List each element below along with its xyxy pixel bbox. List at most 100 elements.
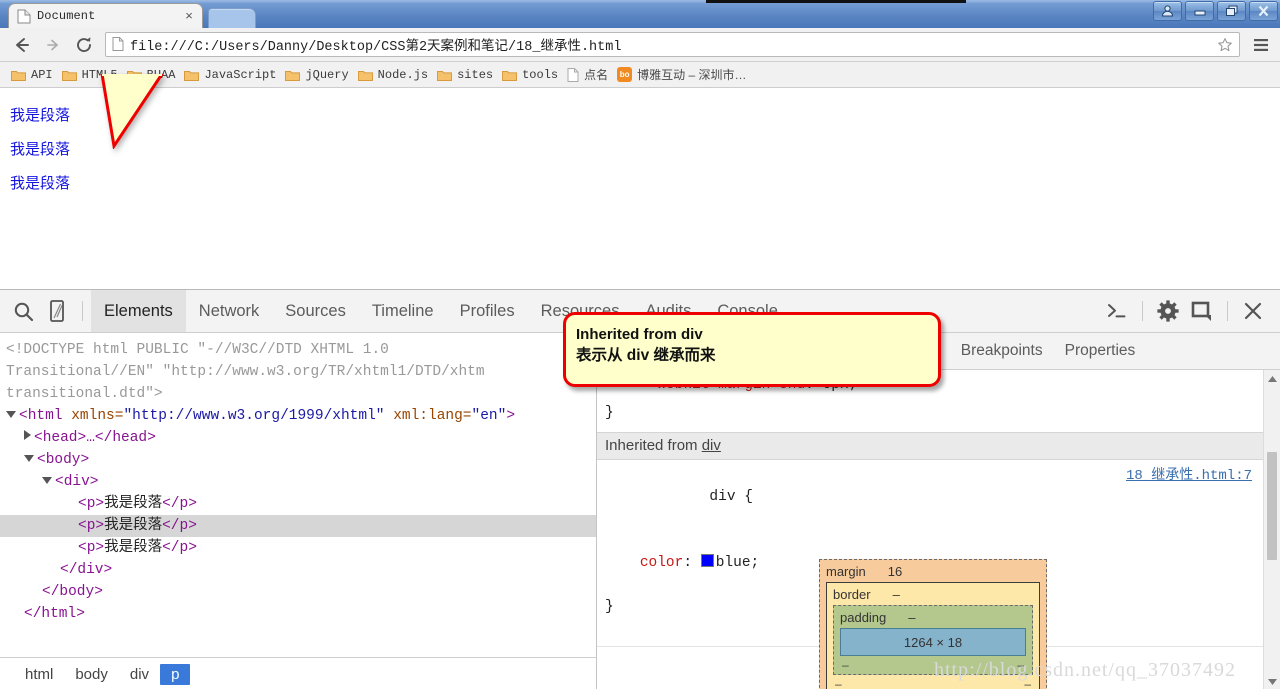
scrollbar-down-arrow[interactable] [1264,673,1280,689]
inherited-source-link[interactable]: div [702,437,721,454]
p-close-tag: </p> [162,540,197,556]
tab-elements[interactable]: Elements [91,290,186,332]
css-close-brace: } [597,402,1280,432]
tab-sources[interactable]: Sources [272,290,359,332]
dom-node-p-selected[interactable]: <p>我是段落</p> [0,515,596,537]
body-line: <body> [37,452,90,468]
dom-doctype-line: <!DOCTYPE html PUBLIC "-//W3C//DTD XHTML… [0,339,596,361]
border-value[interactable]: – [893,587,900,602]
dom-node-p[interactable]: <p>我是段落</p> [0,537,596,559]
p-close-tag: </p> [162,496,197,512]
bo-icon: bo [617,67,633,82]
p-text: 我是段落 [104,518,163,534]
star-icon[interactable] [1217,37,1233,53]
maximize-icon[interactable] [1217,1,1246,21]
dom-node-head[interactable]: <head>…</head> [0,427,596,449]
tab-profiles[interactable]: Profiles [447,290,528,332]
html-attr-lang-name: xml:lang= [393,408,472,424]
chevron-down-icon[interactable] [42,477,52,484]
tab-close-icon[interactable]: × [182,9,196,23]
body-close-tag: </body> [42,584,103,600]
dom-tree[interactable]: <!DOCTYPE html PUBLIC "-//W3C//DTD XHTML… [0,333,596,657]
dom-doctype-line: Transitional//EN" "http://www.w3.org/TR/… [0,361,596,383]
padding-left-value[interactable]: – [842,658,849,672]
breadcrumb-item-p[interactable]: p [160,663,191,685]
p-text: 我是段落 [104,496,163,512]
inherited-label: Inherited from [605,437,698,454]
chevron-down-icon[interactable] [24,455,34,462]
p-open-tag: <p> [78,518,105,534]
chrome-browser-window: Document × file:///C:/Users/Danny/Deskto… [0,0,1280,689]
hamburger-menu-icon[interactable] [1250,31,1272,58]
bookmark-item[interactable]: tools [500,67,565,83]
folder-icon [437,69,453,81]
annotation-callout: Inherited from div 表示从 div 继承而来 [563,312,941,387]
new-tab-button[interactable] [208,8,256,28]
p-text: 我是段落 [104,540,163,556]
dock-side-icon[interactable] [1185,291,1219,331]
chevron-right-icon[interactable] [24,430,31,440]
box-model-content[interactable]: 1264 × 18 [840,628,1026,656]
forward-button[interactable] [39,31,66,58]
css-selector: div { [709,489,753,505]
bookmark-item[interactable]: JavaScript [182,67,283,83]
breadcrumb-item-body[interactable]: body [64,664,119,685]
chevron-down-icon[interactable] [6,411,16,418]
toolbar-divider [1142,301,1143,321]
bookmark-item[interactable]: bo 博雅互动 – 深圳市… [615,65,753,84]
bookmark-item[interactable]: jQuery [283,67,355,83]
close-icon[interactable] [1249,1,1278,21]
dom-node-p[interactable]: <p>我是段落</p> [0,493,596,515]
bookmark-item[interactable]: API [9,67,60,83]
breadcrumb-item-div[interactable]: div [119,664,160,685]
window-controls [1153,1,1278,21]
back-button[interactable] [8,31,35,58]
reload-button[interactable] [70,31,97,58]
box-model-padding-row: padding – [840,610,1026,625]
p-close-tag: </p> [162,518,197,534]
box-model-border-row: border – [833,587,1033,602]
close-icon[interactable] [1236,291,1270,331]
doctype-text-3: transitional.dtd"> [6,386,163,402]
inspect-icon[interactable] [6,291,40,331]
user-icon[interactable] [1153,1,1182,21]
folder-icon [357,69,373,81]
html-attr-xmlns-name: xmlns= [71,408,124,424]
dom-node-div[interactable]: <div> [0,471,596,493]
styles-scrollbar[interactable] [1263,370,1280,689]
scrollbar-up-arrow[interactable] [1264,370,1280,387]
dom-node-div-close[interactable]: </div> [0,559,596,581]
settings-gear-icon[interactable] [1151,291,1185,331]
address-bar[interactable]: file:///C:/Users/Danny/Desktop/CSS第2天案例和… [105,32,1240,57]
border-left-value[interactable]: – [835,677,842,689]
dom-node-html[interactable]: <html xmlns="http://www.w3.org/1999/xhtm… [0,405,596,427]
dom-node-html-close[interactable]: </html> [0,603,596,625]
css-rule-source-link[interactable]: 18_继承性.html:7 [1126,465,1252,487]
console-drawer-icon[interactable] [1100,291,1134,331]
breadcrumb-item-html[interactable]: html [14,664,64,685]
padding-value[interactable]: – [908,610,915,625]
minimize-icon[interactable] [1185,1,1214,21]
browser-tab[interactable]: Document × [8,3,203,28]
dom-node-body-close[interactable]: </body> [0,581,596,603]
bookmark-item[interactable]: Node.js [356,67,435,83]
tab-timeline[interactable]: Timeline [359,290,447,332]
tab-network[interactable]: Network [186,290,273,332]
bookmark-item[interactable]: sites [435,67,500,83]
dom-node-body[interactable]: <body> [0,449,596,471]
device-toggle-icon[interactable] [40,291,74,331]
folder-icon [61,69,77,81]
page-paragraph: 我是段落 [10,106,71,124]
margin-value[interactable]: 16 [888,564,902,579]
bookmark-label: JavaScript [204,67,277,82]
p-open-tag: <p> [78,540,105,556]
color-swatch[interactable] [700,554,714,567]
page-icon [567,67,579,82]
bookmark-label: sites [457,67,494,82]
styles-tab-breakpoints[interactable]: Breakpoints [950,342,1054,360]
scrollbar-thumb[interactable] [1267,452,1277,560]
styles-scroll-area: --webkit-margin-end: 0px; } Inherited fr… [597,370,1280,689]
bookmarks-bar: API HTML5 BUAA JavaScript jQuery Node.js… [0,62,1280,88]
styles-tab-properties[interactable]: Properties [1054,342,1147,360]
bookmark-item[interactable]: 点名 [565,65,615,84]
